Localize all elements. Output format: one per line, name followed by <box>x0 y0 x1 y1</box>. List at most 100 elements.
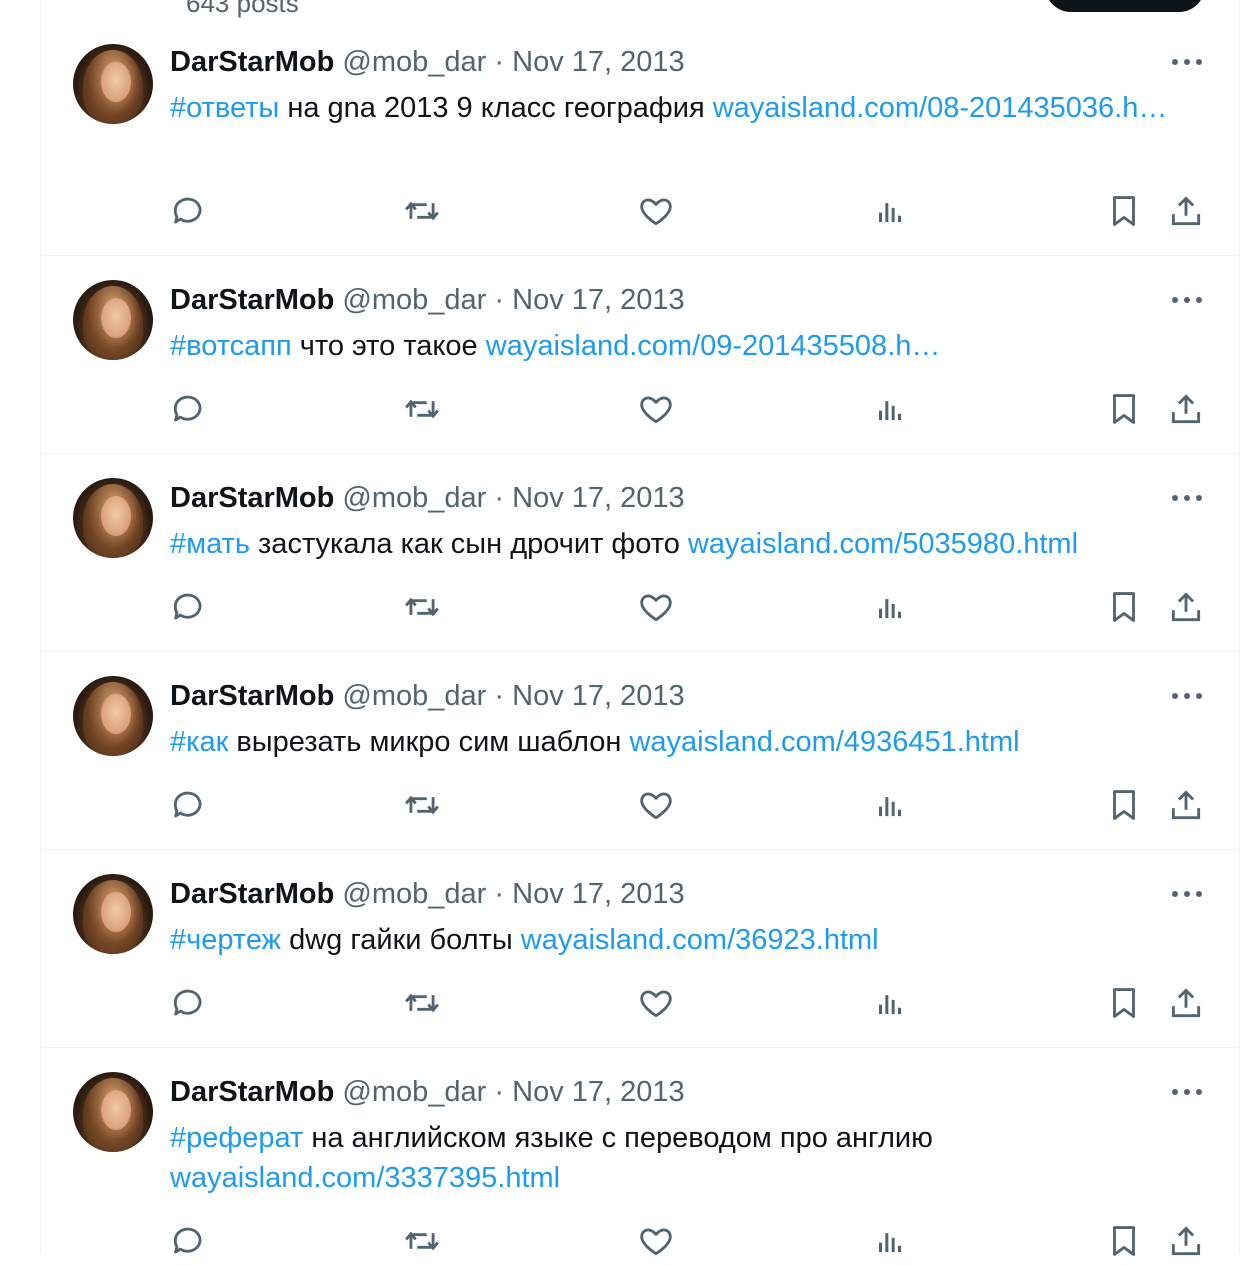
tweet-header: DarStarMob @mob_dar · Nov 17, 2013 <box>170 282 685 318</box>
like-icon[interactable] <box>637 390 675 428</box>
more-icon[interactable] <box>1169 288 1205 312</box>
like-icon[interactable] <box>637 984 675 1022</box>
tweet-actions <box>41 984 1239 1024</box>
url-link[interactable]: wayaisland.com/09-201435508.h… <box>486 330 941 362</box>
bookmark-icon[interactable] <box>1105 192 1143 230</box>
timestamp[interactable]: Nov 17, 2013 <box>512 1076 685 1108</box>
reply-icon[interactable] <box>169 786 207 824</box>
url-link[interactable]: wayaisland.com/5035980.html <box>688 528 1078 560</box>
retweet-icon[interactable] <box>403 588 441 626</box>
views-icon[interactable] <box>871 786 909 824</box>
views-icon[interactable] <box>871 984 909 1022</box>
timestamp[interactable]: Nov 17, 2013 <box>512 482 685 514</box>
timestamp[interactable]: Nov 17, 2013 <box>512 46 685 78</box>
bookmark-icon[interactable] <box>1105 984 1143 1022</box>
views-icon[interactable] <box>871 192 909 230</box>
tweet-header: DarStarMob @mob_dar · Nov 17, 2013 <box>170 1074 685 1110</box>
handle[interactable]: @mob_dar <box>342 482 486 514</box>
display-name[interactable]: DarStarMob <box>170 680 334 712</box>
avatar[interactable] <box>73 44 153 124</box>
hashtag-link[interactable]: #вотсапп <box>170 330 292 362</box>
separator: · <box>494 284 505 316</box>
tweet[interactable]: DarStarMob @mob_dar · Nov 17, 2013 #вотс… <box>41 256 1239 454</box>
tweet-actions <box>41 588 1239 628</box>
url-link[interactable]: wayaisland.com/36923.html <box>521 924 879 956</box>
share-icon[interactable] <box>1167 786 1205 824</box>
views-icon[interactable] <box>871 390 909 428</box>
share-icon[interactable] <box>1167 1222 1205 1260</box>
like-icon[interactable] <box>637 192 675 230</box>
views-icon[interactable] <box>871 588 909 626</box>
bookmark-icon[interactable] <box>1105 786 1143 824</box>
tweet-actions <box>41 192 1239 232</box>
tweet-actions <box>41 1222 1239 1262</box>
timestamp[interactable]: Nov 17, 2013 <box>512 284 685 316</box>
bookmark-icon[interactable] <box>1105 588 1143 626</box>
tweet[interactable]: DarStarMob @mob_dar · Nov 17, 2013 #рефе… <box>41 1048 1239 1256</box>
like-icon[interactable] <box>637 786 675 824</box>
avatar[interactable] <box>73 280 153 360</box>
avatar[interactable] <box>73 676 153 756</box>
retweet-icon[interactable] <box>403 192 441 230</box>
reply-icon[interactable] <box>169 1222 207 1260</box>
more-icon[interactable] <box>1169 684 1205 708</box>
reply-icon[interactable] <box>169 192 207 230</box>
tweet[interactable]: DarStarMob @mob_dar · Nov 17, 2013 #как … <box>41 652 1239 850</box>
views-icon[interactable] <box>871 1222 909 1260</box>
hashtag-link[interactable]: #ответы <box>170 92 279 124</box>
tweet-text: #как вырезать микро сим шаблон wayaislan… <box>170 722 1180 762</box>
url-link[interactable]: wayaisland.com/08-201435036.h… <box>713 92 1168 124</box>
retweet-icon[interactable] <box>403 390 441 428</box>
bookmark-icon[interactable] <box>1105 390 1143 428</box>
tweet[interactable]: DarStarMob @mob_dar · Nov 17, 2013 #мать… <box>41 454 1239 652</box>
share-icon[interactable] <box>1167 588 1205 626</box>
handle[interactable]: @mob_dar <box>342 1076 486 1108</box>
tweet-body: застукала как сын дрочит фото <box>258 528 680 560</box>
display-name[interactable]: DarStarMob <box>170 482 334 514</box>
display-name[interactable]: DarStarMob <box>170 1076 334 1108</box>
reply-icon[interactable] <box>169 588 207 626</box>
more-icon[interactable] <box>1169 882 1205 906</box>
handle[interactable]: @mob_dar <box>342 46 486 78</box>
reply-icon[interactable] <box>169 390 207 428</box>
share-icon[interactable] <box>1167 984 1205 1022</box>
avatar[interactable] <box>73 874 153 954</box>
tweet[interactable]: DarStarMob @mob_dar · Nov 17, 2013 #отве… <box>41 20 1239 256</box>
share-icon[interactable] <box>1167 192 1205 230</box>
like-icon[interactable] <box>637 1222 675 1260</box>
hashtag-link[interactable]: #как <box>170 726 228 758</box>
reply-icon[interactable] <box>169 984 207 1022</box>
retweet-icon[interactable] <box>403 984 441 1022</box>
bookmark-icon[interactable] <box>1105 1222 1143 1260</box>
tweet-header: DarStarMob @mob_dar · Nov 17, 2013 <box>170 678 685 714</box>
hashtag-link[interactable]: #мать <box>170 528 250 560</box>
retweet-icon[interactable] <box>403 786 441 824</box>
hashtag-link[interactable]: #реферат <box>170 1122 303 1154</box>
timestamp[interactable]: Nov 17, 2013 <box>512 878 685 910</box>
avatar[interactable] <box>73 478 153 558</box>
follow-button[interactable] <box>1045 0 1205 12</box>
handle[interactable]: @mob_dar <box>342 284 486 316</box>
separator: · <box>494 680 505 712</box>
timestamp[interactable]: Nov 17, 2013 <box>512 680 685 712</box>
tweet-text: #вотсапп что это такое wayaisland.com/09… <box>170 326 1180 366</box>
separator: · <box>494 46 505 78</box>
separator: · <box>494 482 505 514</box>
url-link[interactable]: wayaisland.com/3337395.html <box>170 1162 560 1194</box>
display-name[interactable]: DarStarMob <box>170 878 334 910</box>
more-icon[interactable] <box>1169 486 1205 510</box>
display-name[interactable]: DarStarMob <box>170 46 334 78</box>
hashtag-link[interactable]: #чертеж <box>170 924 281 956</box>
separator: · <box>494 1076 505 1108</box>
avatar[interactable] <box>73 1072 153 1152</box>
url-link[interactable]: wayaisland.com/4936451.html <box>629 726 1019 758</box>
like-icon[interactable] <box>637 588 675 626</box>
retweet-icon[interactable] <box>403 1222 441 1260</box>
handle[interactable]: @mob_dar <box>342 680 486 712</box>
share-icon[interactable] <box>1167 390 1205 428</box>
tweet[interactable]: DarStarMob @mob_dar · Nov 17, 2013 #черт… <box>41 850 1239 1048</box>
display-name[interactable]: DarStarMob <box>170 284 334 316</box>
more-icon[interactable] <box>1169 1080 1205 1104</box>
more-icon[interactable] <box>1169 50 1205 74</box>
handle[interactable]: @mob_dar <box>342 878 486 910</box>
